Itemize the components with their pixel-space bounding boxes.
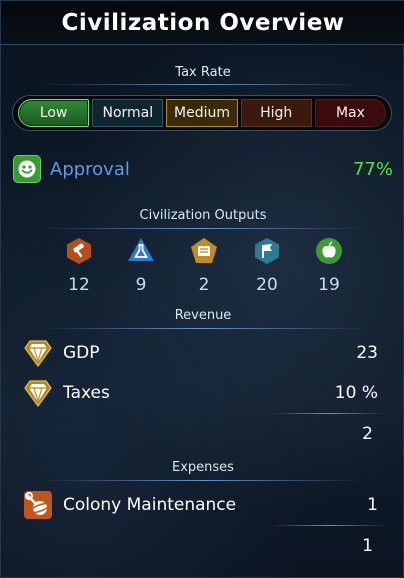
taxes-value: 10 % (334, 383, 378, 403)
approval-label: Approval (50, 158, 130, 180)
approval-row: Approval 77% (13, 154, 393, 184)
dust-value: 20 (256, 275, 278, 295)
outputs-label: Civilization Outputs (139, 208, 267, 223)
tax-option-medium[interactable]: Medium (166, 99, 238, 127)
civilization-overview-panel: Civilization Overview Tax Rate Low Norma… (0, 0, 404, 578)
gdp-gem-icon (24, 340, 52, 368)
expenses-total: 1 (362, 536, 373, 556)
tax-option-max[interactable]: Max (314, 99, 387, 127)
science-value: 9 (135, 275, 147, 295)
tax-rate-label: Tax Rate (175, 65, 231, 80)
tax-rate-divider (41, 84, 365, 85)
taxes-label: Taxes (63, 383, 110, 403)
civilization-outputs: 12 9 2 20 19 (53, 237, 353, 297)
approval-smiley-icon (13, 155, 41, 183)
food-value: 19 (318, 275, 340, 295)
revenue-total: 2 (362, 424, 373, 444)
output-industry: 12 (59, 237, 99, 295)
title-bar: Civilization Overview (1, 1, 404, 45)
panel-title: Civilization Overview (61, 9, 345, 36)
gdp-label: GDP (63, 343, 100, 363)
revenue-label: Revenue (174, 308, 232, 323)
colony-maintenance-value: 1 (367, 495, 378, 515)
revenue-row-gdp: GDP 23 (23, 337, 378, 369)
influence-scroll-icon (191, 238, 217, 263)
outputs-divider (41, 228, 365, 229)
maintenance-wrench-planet-icon (24, 491, 52, 519)
colony-maintenance-label: Colony Maintenance (63, 495, 237, 515)
revenue-row-taxes: Taxes 10 % (23, 377, 378, 409)
revenue-divider (41, 328, 365, 329)
food-apple-icon (316, 238, 342, 264)
revenue-total-divider (271, 413, 386, 414)
gdp-value: 23 (356, 343, 378, 363)
influence-value: 2 (198, 275, 210, 295)
tax-option-normal[interactable]: Normal (92, 99, 164, 127)
tax-rate-selector: Low Normal Medium High Max (12, 95, 392, 131)
approval-value: 77% (352, 158, 393, 180)
expenses-total-divider (271, 525, 386, 526)
dust-flag-icon (255, 238, 279, 264)
tax-option-high[interactable]: High (240, 99, 312, 127)
industry-hammer-icon (67, 238, 91, 264)
output-influence: 2 (184, 237, 224, 295)
expenses-label: Expenses (172, 460, 234, 475)
output-science: 9 (121, 237, 161, 295)
industry-value: 12 (68, 275, 90, 295)
expenses-divider (41, 480, 365, 481)
output-dust: 20 (247, 237, 287, 295)
science-flask-icon (128, 238, 154, 261)
output-food: 19 (309, 237, 349, 295)
expenses-row-colony-maintenance: Colony Maintenance 1 (23, 489, 378, 521)
tax-option-low[interactable]: Low (18, 99, 90, 127)
taxes-gem-icon (24, 380, 52, 408)
